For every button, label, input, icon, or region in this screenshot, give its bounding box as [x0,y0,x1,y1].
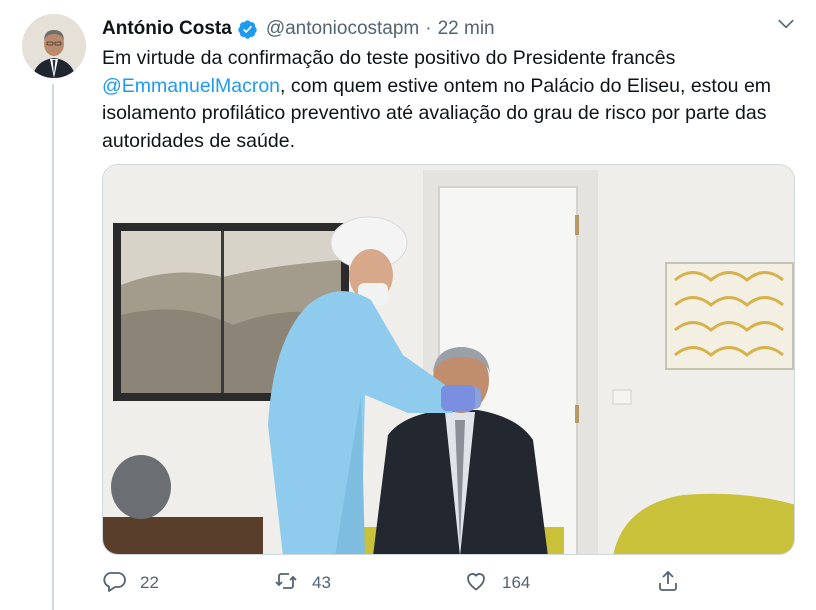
like-count: 164 [502,573,531,592]
tweet-text-part1: Em virtude da confirmação do teste posit… [102,47,676,69]
photo-scene [103,165,794,554]
tweet-text: Em virtude da confirmação do teste posit… [102,45,802,155]
share-icon [656,569,680,598]
heart-icon [464,569,488,598]
retweet-button[interactable]: 43 [274,567,331,599]
tweet-photo[interactable] [102,164,795,555]
tweet-timestamp[interactable]: 22 min [438,18,495,40]
reply-button[interactable]: 22 [102,567,159,599]
reply-icon [102,569,126,598]
mention-link[interactable]: @EmmanuelMacron [102,75,280,97]
reply-count: 22 [140,573,159,592]
author-handle[interactable]: @antoniocostapm [266,18,419,40]
author-name[interactable]: António Costa [102,18,232,40]
avatar[interactable] [22,14,86,78]
thread-line [52,84,54,610]
retweet-count: 43 [312,573,331,592]
verified-badge-icon [237,19,258,40]
share-button[interactable] [656,567,680,599]
tweet-header: António Costa @antoniocostapm · 22 min [102,15,495,43]
like-button[interactable]: 164 [464,567,530,599]
retweet-icon [274,569,298,598]
tweet-actions: 22 43 164 [102,567,802,599]
separator-dot: · [425,18,432,39]
chevron-down-icon[interactable] [776,14,796,34]
